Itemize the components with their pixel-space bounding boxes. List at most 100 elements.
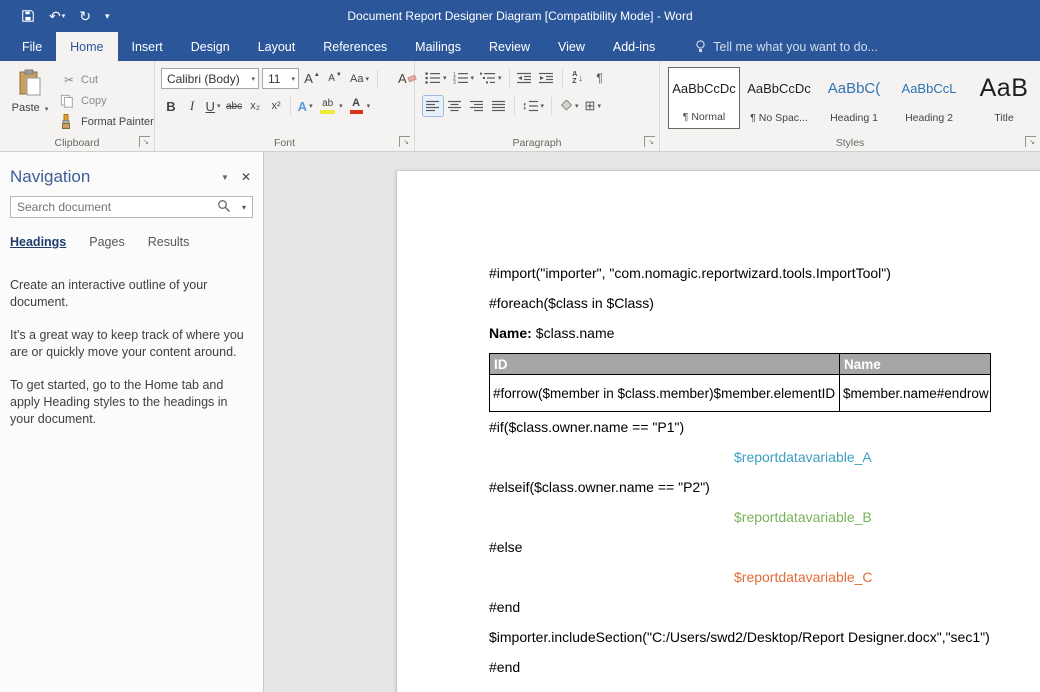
styles-group-label: Styles xyxy=(660,137,1040,149)
borders-dropdown-icon: ▾ xyxy=(597,102,601,110)
tab-references[interactable]: References xyxy=(309,32,401,61)
grow-arrow-icon: ▲ xyxy=(314,72,320,78)
superscript-button[interactable]: x² xyxy=(266,96,286,116)
nav-tab-results[interactable]: Results xyxy=(148,235,190,251)
cut-label: Cut xyxy=(81,74,98,86)
paste-label: Paste xyxy=(12,102,40,114)
doc-line-end-2[interactable]: #end xyxy=(489,652,1040,682)
multilevel-list-button[interactable]: ▾ xyxy=(478,68,504,88)
style-item-no-spacing[interactable]: AaBbCcDc ¶ No Spac... xyxy=(743,67,815,129)
doc-line-if[interactable]: #if($class.owner.name == "P1") xyxy=(489,412,1040,442)
tab-add-ins[interactable]: Add-ins xyxy=(599,32,669,61)
doc-line-end-1[interactable]: #end xyxy=(489,592,1040,622)
align-right-button[interactable] xyxy=(467,96,487,116)
table-cell-member-name[interactable]: $member.name#endrow xyxy=(840,375,991,412)
nav-close-icon[interactable]: ✕ xyxy=(233,167,253,187)
table-header-name[interactable]: Name xyxy=(840,354,991,375)
style-item-heading2[interactable]: AaBbCcL Heading 2 xyxy=(893,67,965,129)
change-case-button[interactable]: Aa ▾ xyxy=(348,69,371,89)
doc-line-include[interactable]: $importer.includeSection("C:/Users/swd2/… xyxy=(489,622,1040,652)
highlight-color-swatch xyxy=(320,110,335,114)
document-page[interactable]: #import("importer", "com.nomagic.reportw… xyxy=(396,170,1040,692)
tab-insert[interactable]: Insert xyxy=(118,32,177,61)
numbering-button[interactable]: 123 ▾ xyxy=(451,68,477,88)
nav-options-caret-icon[interactable]: ▼ xyxy=(217,169,233,186)
doc-line-elseif[interactable]: #elseif($class.owner.name == "P2") xyxy=(489,472,1040,502)
table-row: #forrow($member in $class.member)$member… xyxy=(490,375,991,412)
underline-button[interactable]: U ▾ xyxy=(203,96,223,116)
line-spacing-button[interactable]: ↕ ▾ xyxy=(520,96,546,116)
font-size-select[interactable]: 11 ▾ xyxy=(262,68,299,89)
grow-font-button[interactable]: A ▲ xyxy=(302,69,322,89)
main-area: Navigation ▼ ✕ ▾ Headings Pages Results xyxy=(0,152,1040,692)
font-color-icon: A xyxy=(352,98,360,109)
sort-button[interactable]: A Z ↓ xyxy=(568,68,588,88)
shading-button[interactable]: ▾ xyxy=(557,96,581,116)
increase-indent-button[interactable] xyxy=(537,68,557,88)
shrink-font-button[interactable]: A ▼ xyxy=(325,69,345,89)
name-value: $class.name xyxy=(536,325,615,341)
numbering-icon: 123 xyxy=(453,72,469,84)
tab-layout[interactable]: Layout xyxy=(244,32,310,61)
tell-me-box[interactable]: Tell me what you want to do... xyxy=(695,32,878,61)
paragraph-dialog-launcher-icon[interactable]: ↘ xyxy=(644,136,655,147)
customize-qat-icon: ▾ xyxy=(105,12,110,21)
style-item-heading1[interactable]: AaBbC( Heading 1 xyxy=(818,67,890,129)
search-dropdown-icon[interactable]: ▾ xyxy=(242,203,246,212)
font-name-value: Calibri (Body) xyxy=(167,72,240,86)
doc-line-name[interactable]: Name:$class.name xyxy=(489,318,1040,348)
tab-home[interactable]: Home xyxy=(56,32,117,61)
tab-review[interactable]: Review xyxy=(475,32,544,61)
nav-tab-pages[interactable]: Pages xyxy=(89,235,124,251)
tell-me-label: Tell me what you want to do... xyxy=(713,40,878,54)
subscript-button[interactable]: x₂ xyxy=(245,96,265,116)
font-color-button[interactable]: A ▾ xyxy=(346,96,373,116)
clear-formatting-icon: A xyxy=(398,71,407,86)
tab-view[interactable]: View xyxy=(544,32,599,61)
justify-button[interactable] xyxy=(489,96,509,116)
doc-line-import[interactable]: #import("importer", "com.nomagic.reportw… xyxy=(489,258,1040,288)
italic-button[interactable]: I xyxy=(182,96,202,116)
show-paragraph-marks-button[interactable]: ¶ xyxy=(590,68,610,88)
font-dialog-launcher-icon[interactable]: ↘ xyxy=(399,136,410,147)
align-left-button[interactable] xyxy=(423,96,443,116)
redo-button[interactable]: ↻ xyxy=(72,5,98,27)
copy-button[interactable]: Copy xyxy=(60,90,154,111)
highlight-color-button[interactable]: ab ▾ xyxy=(316,96,345,116)
doc-line-var-b[interactable]: $reportdatavariable_B xyxy=(734,502,1040,532)
clipboard-dialog-launcher-icon[interactable]: ↘ xyxy=(139,136,150,147)
bullets-button[interactable]: ▾ xyxy=(423,68,449,88)
borders-button[interactable]: ⊞ ▾ xyxy=(583,96,603,116)
table-header-id[interactable]: ID xyxy=(490,354,840,375)
search-icon[interactable] xyxy=(217,199,231,213)
table-cell-forrow[interactable]: #forrow($member in $class.member)$member… xyxy=(490,375,840,412)
paste-button[interactable]: Paste ▾ xyxy=(5,66,55,134)
document-table[interactable]: ID Name #forrow($member in $class.member… xyxy=(489,353,991,412)
doc-line-else[interactable]: #else xyxy=(489,532,1040,562)
cut-icon: ✂ xyxy=(60,73,78,87)
tab-mailings[interactable]: Mailings xyxy=(401,32,475,61)
bold-button[interactable]: B xyxy=(161,96,181,116)
bullets-dropdown-icon: ▾ xyxy=(443,74,447,82)
style-item-normal[interactable]: AaBbCcDc ¶ Normal xyxy=(668,67,740,129)
cut-button[interactable]: ✂ Cut xyxy=(60,69,154,90)
nav-tab-headings[interactable]: Headings xyxy=(10,235,66,251)
doc-line-var-c[interactable]: $reportdatavariable_C xyxy=(734,562,1040,592)
style-item-title[interactable]: AaB Title xyxy=(968,67,1040,129)
qat-customize-button[interactable]: ▾ xyxy=(98,8,117,25)
styles-dialog-launcher-icon[interactable]: ↘ xyxy=(1025,136,1036,147)
tab-design[interactable]: Design xyxy=(177,32,244,61)
font-name-select[interactable]: Calibri (Body) ▾ xyxy=(161,68,259,89)
text-effects-button[interactable]: A ▾ xyxy=(295,96,315,116)
align-center-button[interactable] xyxy=(445,96,465,116)
decrease-indent-button[interactable] xyxy=(515,68,535,88)
undo-button[interactable]: ↶ ▾ xyxy=(42,5,72,27)
change-case-icon: Aa xyxy=(350,73,363,85)
tab-file[interactable]: File xyxy=(8,32,56,61)
copy-label: Copy xyxy=(81,95,107,107)
strikethrough-button[interactable]: abc xyxy=(224,96,244,116)
doc-line-foreach[interactable]: #foreach($class in $Class) xyxy=(489,288,1040,318)
doc-line-var-a[interactable]: $reportdatavariable_A xyxy=(734,442,1040,472)
save-button[interactable] xyxy=(14,5,42,27)
format-painter-button[interactable]: Format Painter xyxy=(60,111,154,132)
